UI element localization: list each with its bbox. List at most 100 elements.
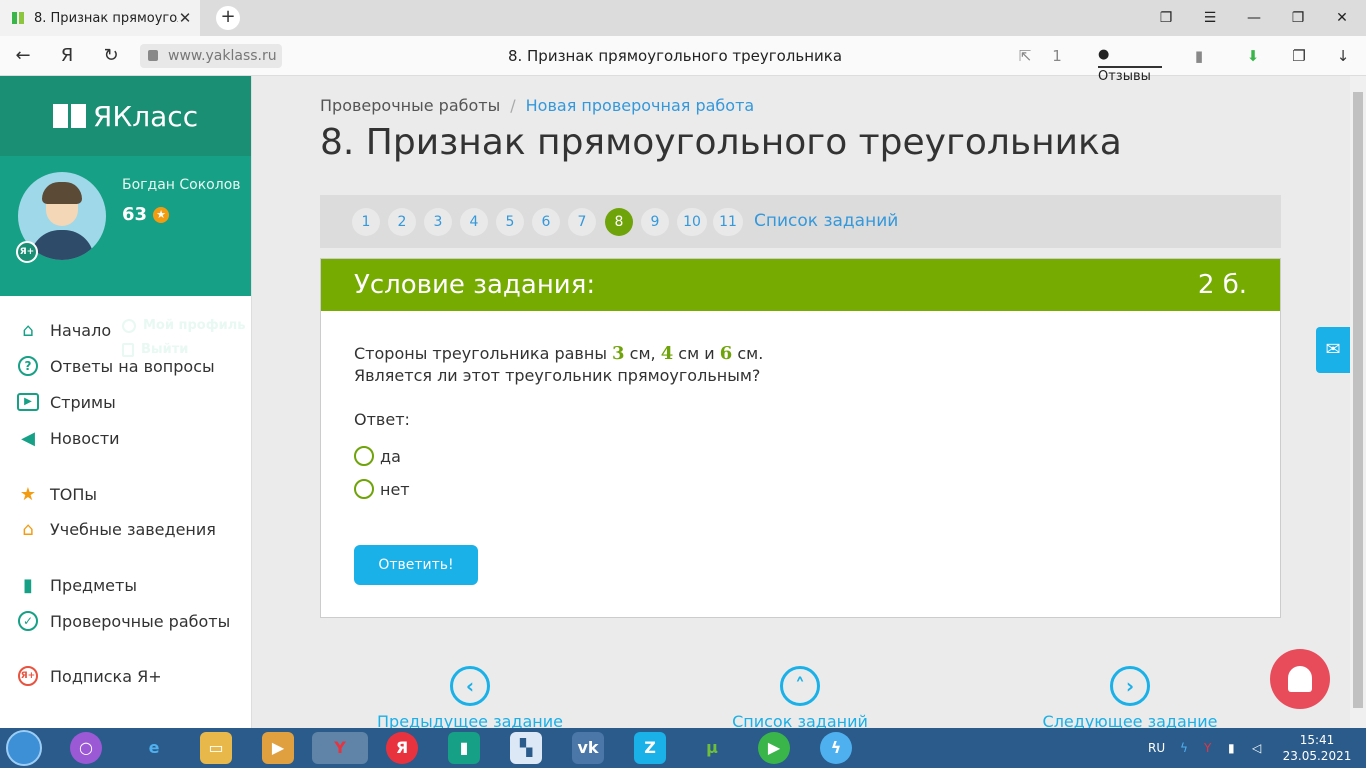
breadcrumb-parent[interactable]: Проверочные работы [320,96,500,115]
vk-icon[interactable]: vk [572,732,604,764]
sidebar-item-label: Учебные заведения [50,519,216,539]
chevron-left-icon[interactable]: ‹ [450,666,490,706]
system-clock[interactable]: 15:41 23.05.2021 [1282,732,1352,764]
task-list-nav[interactable]: ˄ Список заданий [700,666,900,731]
play-app-icon[interactable]: ▶ [758,732,790,764]
window-close-icon[interactable]: ✕ [1320,0,1364,36]
star-menu-icon: ★ [19,483,37,505]
volume-icon[interactable]: ◁ [1252,728,1261,768]
address-bar: ← Я ↻ www.yaklass.ru 8. Признак прямоуго… [0,36,1366,84]
statement-prefix: Стороны треугольника равны [354,344,613,363]
file-explorer-icon[interactable]: ▭ [200,732,232,764]
page-number[interactable]: 10 [677,208,707,236]
scrollbar-thumb[interactable] [1353,92,1363,708]
reload-icon[interactable]: ↻ [98,44,124,68]
url-field[interactable]: www.yaklass.ru [140,44,282,68]
tabs-panel-icon[interactable]: ❐ [1144,0,1188,36]
restore-icon[interactable]: ❐ [1276,0,1320,36]
breadcrumb-separator: / [510,96,516,115]
unit-b: см и [673,344,720,363]
window-app-icon[interactable]: ▚ [510,732,542,764]
sidebar-item-label: Начало [50,320,112,340]
utorrent-icon[interactable]: μ [696,732,728,764]
lightning-app-icon[interactable]: ϟ [820,732,852,764]
yandex-icon[interactable]: Я [54,44,80,68]
star-icon: ★ [153,206,170,223]
ya-plus-icon: Я+ [16,664,40,688]
chevron-up-icon[interactable]: ˄ [780,666,820,706]
page-number[interactable]: 5 [496,208,524,236]
page-number[interactable]: 3 [424,208,452,236]
option-yes[interactable]: да [354,445,401,467]
sidebar-item-subscription[interactable]: Я+ Подписка Я+ [16,663,162,689]
sidebar-item-tops[interactable]: ★ ТОПы [16,481,97,507]
share-icon[interactable]: ⇱ [1012,44,1038,68]
side-a-value: 3 [612,343,625,364]
back-arrow-icon[interactable]: ← [10,44,36,68]
network-icon[interactable]: ▮ [1228,728,1235,768]
yandex-browser-taskbar-icon[interactable]: Y [312,732,368,764]
page-number[interactable]: 6 [532,208,560,236]
check-circle-icon: ✓ [16,609,40,633]
submit-answer-button[interactable]: Ответить! [354,545,478,585]
sidebar-item-subjects[interactable]: ▮ Предметы [16,572,137,598]
browser-menu-icon[interactable]: ☰ [1188,0,1232,36]
browser-tab[interactable]: 8. Признак прямоугольн ✕ [0,0,200,36]
page-number[interactable]: 11 [713,208,743,236]
media-player-icon[interactable]: ▶ [262,732,294,764]
yaklass-logo[interactable]: ЯКласс [0,76,251,156]
radio-button[interactable] [354,479,374,499]
protect-badge-count: 1 [1052,47,1062,65]
app-z-icon[interactable]: Z [634,732,666,764]
prev-task-nav[interactable]: ‹ Предыдущее задание [370,666,570,731]
collections-icon[interactable]: ❐ [1286,44,1312,68]
language-indicator[interactable]: RU [1148,728,1165,768]
tray-lightning-icon[interactable]: ϟ [1180,728,1188,768]
page-number[interactable]: 2 [388,208,416,236]
chevron-right-icon[interactable]: › [1110,666,1150,706]
radio-button[interactable] [354,446,374,466]
sidebar-item-home[interactable]: ⌂ Начало [16,317,111,343]
download-green-icon[interactable]: ⬇ [1240,44,1266,68]
page-number[interactable]: 4 [460,208,488,236]
page-number[interactable]: 7 [568,208,596,236]
profile-link[interactable]: Мой профиль [122,318,245,333]
task-pager: 1 2 3 4 5 6 7 8 9 10 11 Список заданий [320,195,1281,248]
page-number[interactable]: 1 [352,208,380,236]
side-c-value: 6 [719,343,733,364]
option-no[interactable]: нет [354,478,410,500]
feedback-mail-button[interactable]: ✉ [1316,327,1350,373]
reviews-button[interactable]: ● Отзывы [1098,44,1162,84]
sidebar-item-news[interactable]: ◀ Новости [16,425,119,451]
start-button[interactable] [6,730,42,766]
tab-close-icon[interactable]: ✕ [178,9,192,27]
page-scrollbar[interactable] [1350,76,1366,728]
page-number-active[interactable]: 8 [605,208,633,236]
yaklass-app-icon[interactable]: ▮ [448,732,480,764]
next-task-nav[interactable]: › Следующее задание [1030,666,1230,731]
internet-explorer-icon[interactable]: e [138,732,170,764]
task-header: Условие задания: 2 б. [321,259,1280,311]
sidebar-item-answers[interactable]: ? Ответы на вопросы [16,353,215,379]
breadcrumb: Проверочные работы / Новая проверочная р… [320,96,754,115]
tray-yandex-icon[interactable]: Y [1204,728,1211,768]
yandex-app-icon[interactable]: Я [386,732,418,764]
downloads-icon[interactable]: ↓ [1330,44,1356,68]
sidebar-item-tests[interactable]: ✓ Проверочные работы [16,608,230,634]
new-tab-button[interactable]: + [216,6,240,30]
sidebar-item-streams[interactable]: ▶ Стримы [16,389,116,415]
bookmark-icon[interactable]: ▮ [1186,44,1212,68]
breadcrumb-current[interactable]: Новая проверочная работа [526,96,755,115]
sidebar-item-label: Стримы [50,392,116,412]
user-points: 63 ★ [122,204,170,225]
minimize-icon[interactable]: — [1232,0,1276,36]
sidebar-item-schools[interactable]: ⌂ Учебные заведения [16,516,216,542]
task-list-link[interactable]: Список заданий [754,211,898,231]
protect-icon[interactable]: 1 [1044,44,1070,68]
alice-icon[interactable]: ○ [70,732,102,764]
notifications-button[interactable] [1270,649,1330,709]
address-page-title: 8. Признак прямоугольного треугольника [507,47,843,65]
profile-link-label: Мой профиль [143,318,246,333]
page-number[interactable]: 9 [641,208,669,236]
avatar-body [30,230,94,260]
